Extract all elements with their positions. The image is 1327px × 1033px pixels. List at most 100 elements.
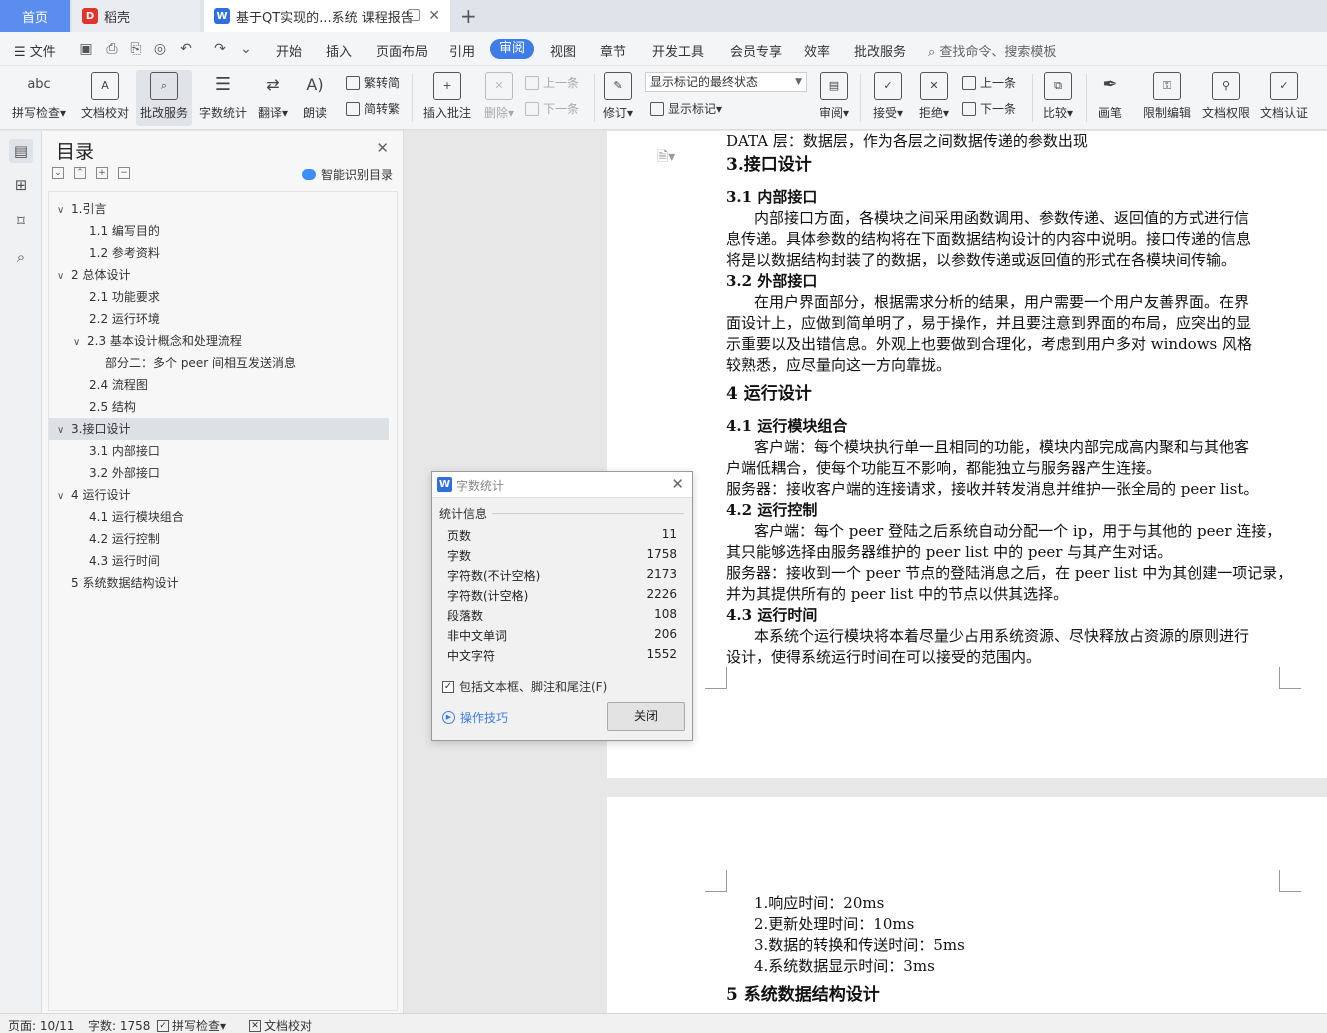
spell-check-button[interactable]: abc 拼写检查▾: [8, 70, 70, 126]
toc-item[interactable]: 3.1 内部接口: [49, 440, 389, 462]
menu-review[interactable]: 审阅: [490, 39, 534, 59]
menu-chapter[interactable]: 章节: [600, 41, 626, 60]
compare-button[interactable]: ⧉ 比较▾: [1038, 70, 1078, 126]
demote-level-icon[interactable]: −: [118, 167, 130, 179]
menu-page-layout[interactable]: 页面布局: [376, 41, 428, 60]
toc-item[interactable]: ∨ 4 运行设计: [49, 484, 389, 506]
smart-toc-button[interactable]: 智能识别目录: [301, 166, 393, 183]
close-tab-icon[interactable]: ✕: [428, 8, 440, 24]
toc-item[interactable]: 2.5 结构: [49, 396, 389, 418]
translate-button[interactable]: ⇄ 翻译▾: [254, 70, 292, 126]
toc-item[interactable]: 5 系统数据结构设计: [49, 572, 389, 594]
toc-item-label: 2.5 结构: [89, 400, 136, 414]
menu-member[interactable]: 会员专享: [730, 41, 782, 60]
minimize-tab-icon[interactable]: [408, 9, 420, 21]
tab-home[interactable]: 首页: [0, 0, 70, 32]
menu-start[interactable]: 开始: [276, 41, 302, 60]
trad-to-simp-button[interactable]: 繁转简: [346, 74, 400, 91]
new-tab-icon[interactable]: +: [460, 4, 477, 28]
menu-efficiency[interactable]: 效率: [804, 41, 830, 60]
expand-all-icon[interactable]: ⌄: [52, 167, 64, 179]
delete-comment-button[interactable]: ✕ 删除▾: [480, 70, 518, 126]
close-icon[interactable]: ✕: [376, 139, 389, 157]
compare-dropdown-icon: ▾: [1066, 106, 1074, 120]
tab-daoke[interactable]: D 稻壳: [72, 0, 200, 32]
track-changes-button[interactable]: ✎ 修订▾: [600, 70, 636, 126]
toc-item[interactable]: 1.1 编写目的: [49, 220, 389, 242]
toc-item[interactable]: ∨ 2.3 基本设计概念和处理流程: [49, 330, 389, 352]
simp-to-trad-button[interactable]: 简转繁: [346, 100, 400, 117]
menu-dev-tools[interactable]: 开发工具: [652, 41, 704, 60]
toc-item[interactable]: 2.4 流程图: [49, 374, 389, 396]
doc-proof-button[interactable]: A 文档校对: [78, 70, 132, 126]
toc-item[interactable]: ∨ 3.接口设计: [49, 418, 389, 440]
file-menu[interactable]: ☰ 文件: [14, 41, 56, 60]
bookmark-icon[interactable]: ⌑: [9, 209, 33, 233]
markup-state-select[interactable]: 显示标记的最终状态 ▼: [645, 72, 807, 92]
page-indicator[interactable]: 页面: 10/11: [8, 1017, 74, 1033]
toc-item[interactable]: 部分二：多个 peer 间相互发送消息: [49, 352, 389, 374]
expand-caret-icon[interactable]: ∨: [57, 200, 71, 222]
toc-panel-icon[interactable]: ▤: [9, 139, 33, 163]
expand-caret-icon[interactable]: ∨: [57, 266, 71, 288]
chapter-nav-icon[interactable]: ⊞: [9, 173, 33, 197]
correction-service-button[interactable]: ⌕ 批改服务: [136, 70, 192, 126]
command-search[interactable]: ⌕ 查找命令、搜索模板: [928, 41, 1056, 60]
tab-document[interactable]: W 基于QT实现的...系统 课程报告 ✕: [204, 0, 450, 32]
close-icon[interactable]: ✕: [671, 475, 684, 493]
toc-item[interactable]: 4.3 运行时间: [49, 550, 389, 572]
redo-icon[interactable]: ↷: [212, 41, 228, 57]
next-comment-button[interactable]: 下一条: [525, 100, 579, 117]
toc-item-label: 3.1 内部接口: [89, 444, 160, 458]
delete-comment-label: 删除: [483, 106, 508, 120]
collapse-all-icon[interactable]: ⌃: [74, 167, 86, 179]
close-button[interactable]: 关闭: [607, 702, 685, 731]
tips-link[interactable]: ▶ 操作技巧: [442, 709, 508, 726]
toc-item[interactable]: 4.1 运行模块组合: [49, 506, 389, 528]
menu-reference[interactable]: 引用: [449, 41, 475, 60]
customize-toolbar-icon[interactable]: ⌄: [238, 41, 254, 57]
menu-correction[interactable]: 批改服务: [854, 41, 906, 60]
pen-button[interactable]: ✒ 画笔: [1092, 70, 1128, 126]
toc-item[interactable]: ∨ 2 总体设计: [49, 264, 389, 286]
page-options-icon[interactable]: 🗎▾: [657, 146, 675, 170]
search-icon[interactable]: ⌕: [9, 245, 33, 269]
toc-item[interactable]: 2.1 功能要求: [49, 286, 389, 308]
list-item: 1.响应时间：20ms: [754, 894, 885, 912]
doc-permission-button[interactable]: ⚲ 文档权限: [1198, 70, 1254, 126]
correction-service-label: 批改服务: [139, 106, 188, 120]
reject-button[interactable]: ✕ 拒绝▾: [914, 70, 954, 126]
show-markup-button[interactable]: 显示标记 ▾: [650, 100, 722, 117]
word-count-indicator[interactable]: 字数: 1758: [88, 1017, 150, 1033]
expand-caret-icon[interactable]: ∨: [57, 420, 71, 442]
dialog-header[interactable]: W 字数统计 ✕: [432, 472, 692, 498]
toc-item[interactable]: 1.2 参考资料: [49, 242, 389, 264]
expand-caret-icon[interactable]: ∨: [73, 332, 87, 354]
promote-level-icon[interactable]: +: [96, 167, 108, 179]
restrict-edit-button[interactable]: ⚿ 限制编辑: [1138, 70, 1196, 126]
accept-button[interactable]: ✓ 接受▾: [868, 70, 908, 126]
toc-item[interactable]: ∨ 1.引言: [49, 198, 389, 220]
doc-proof-toggle[interactable]: ✕ 文档校对: [249, 1017, 312, 1033]
print-preview-icon[interactable]: ◎: [152, 41, 168, 57]
next-change-button[interactable]: 下一条: [962, 100, 1016, 117]
menu-view[interactable]: 视图: [550, 41, 576, 60]
word-count-button[interactable]: ☰ 字数统计: [196, 70, 250, 126]
toc-item[interactable]: 4.2 运行控制: [49, 528, 389, 550]
include-textbox-checkbox[interactable]: ✓ 包括文本框、脚注和尾注(F): [442, 678, 607, 695]
prev-comment-button[interactable]: 上一条: [525, 74, 579, 91]
insert-comment-button[interactable]: + 插入批注: [420, 70, 474, 126]
save-icon[interactable]: ▣: [78, 41, 94, 57]
read-aloud-button[interactable]: A) 朗读: [298, 70, 332, 126]
expand-caret-icon[interactable]: ∨: [57, 486, 71, 508]
export-pdf-icon[interactable]: ⎙: [104, 41, 120, 57]
print-icon[interactable]: ⎘: [128, 41, 144, 57]
review-pane-button[interactable]: ▤ 审阅▾: [814, 70, 854, 126]
toc-item[interactable]: 2.2 运行环境: [49, 308, 389, 330]
undo-icon[interactable]: ↶: [178, 41, 194, 57]
toc-item[interactable]: 3.2 外部接口: [49, 462, 389, 484]
doc-certify-button[interactable]: ✓ 文档认证: [1256, 70, 1312, 126]
spell-check-toggle[interactable]: ✓ 拼写检查 ▾: [157, 1017, 226, 1033]
prev-change-button[interactable]: 上一条: [962, 74, 1016, 91]
menu-insert[interactable]: 插入: [326, 41, 352, 60]
